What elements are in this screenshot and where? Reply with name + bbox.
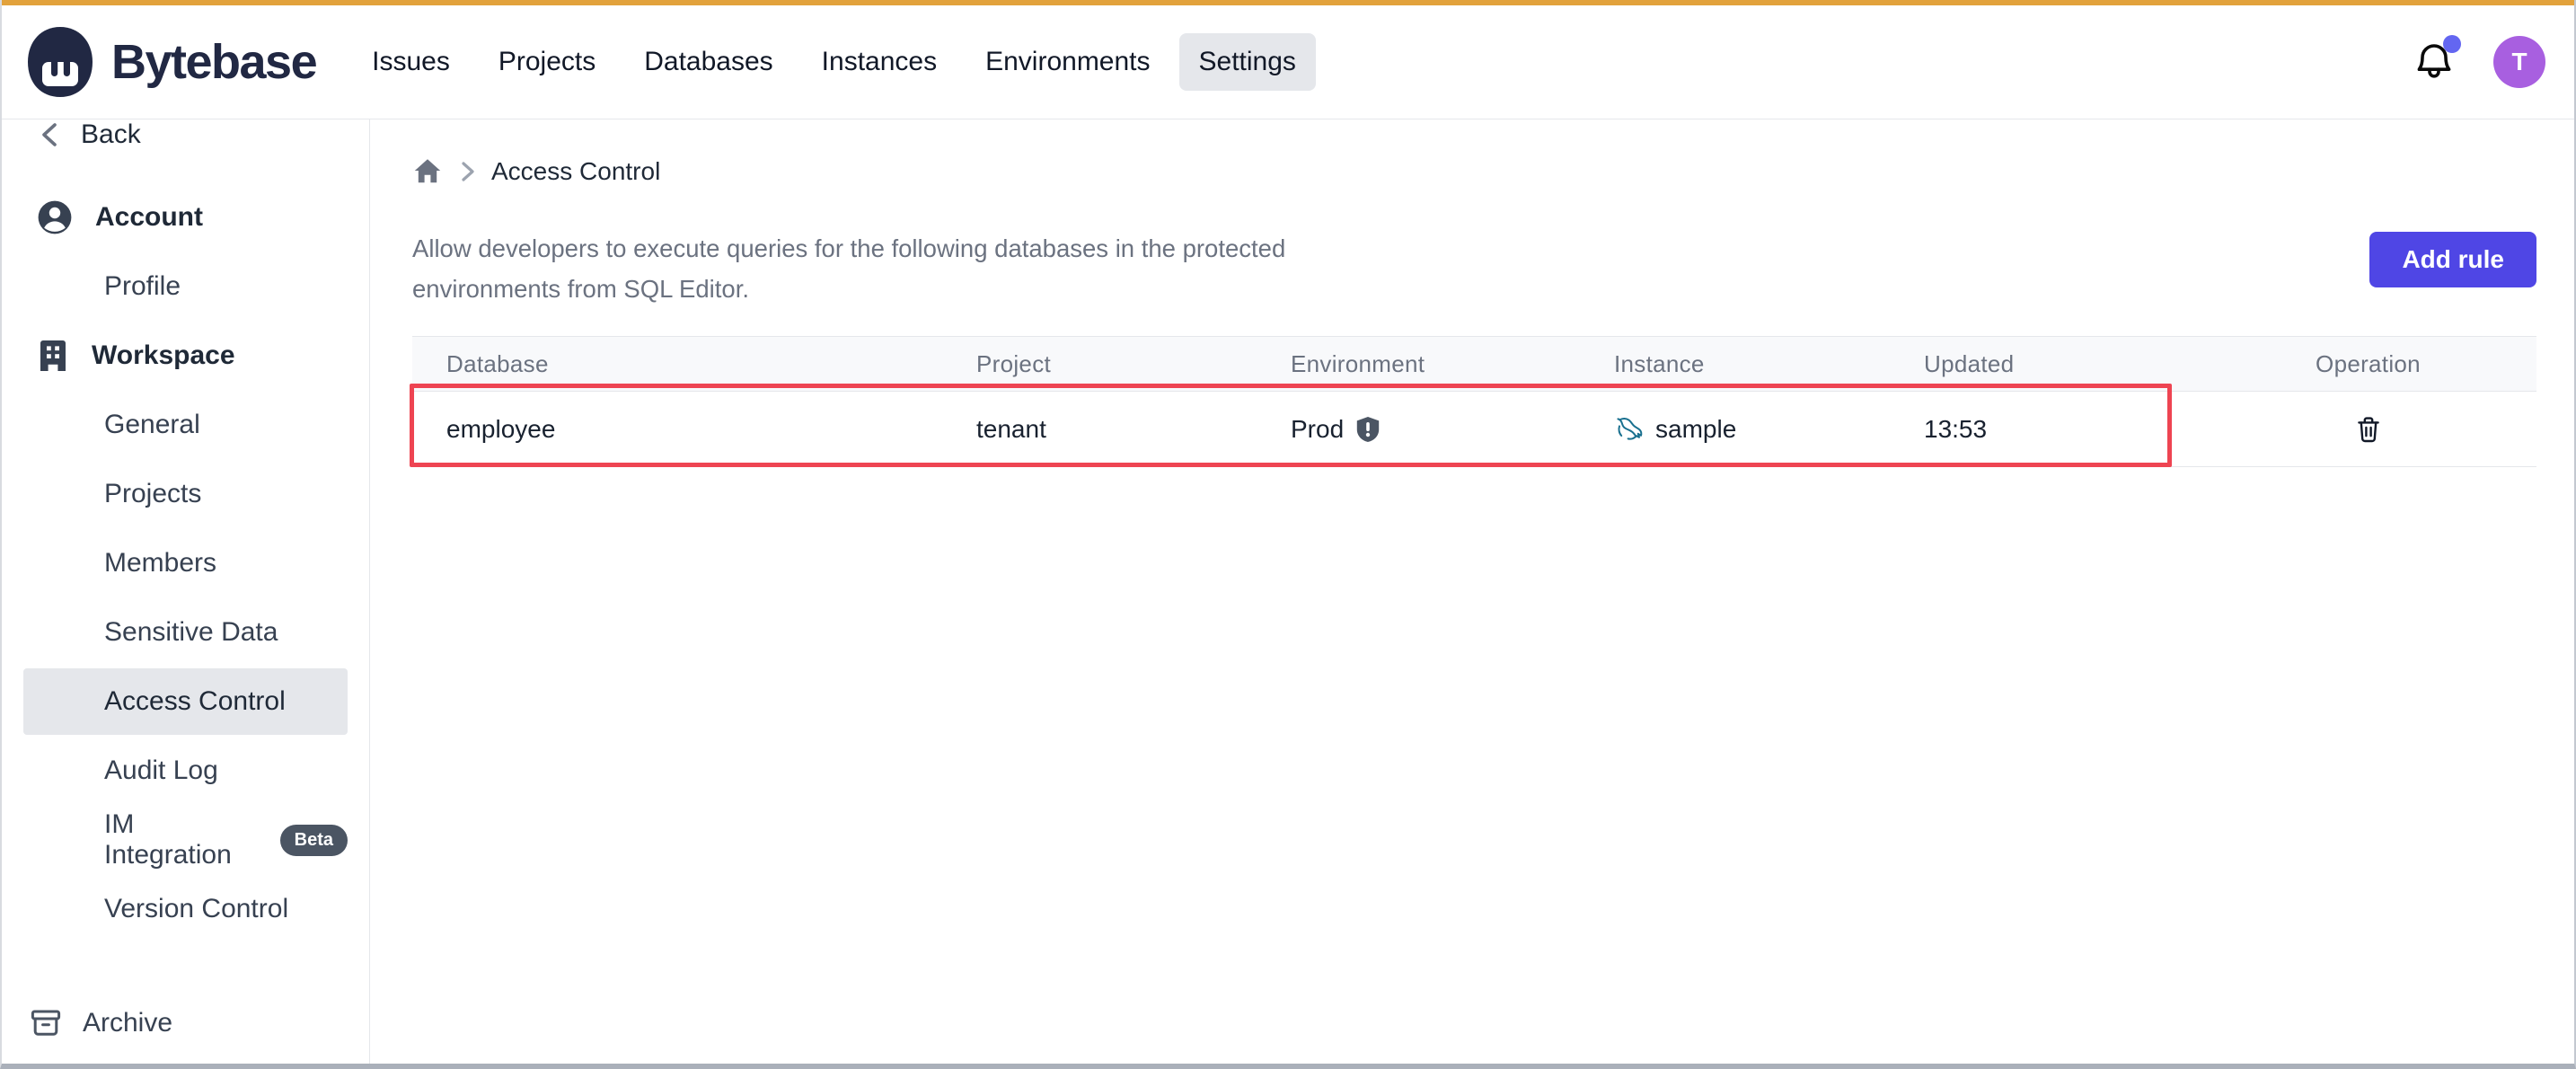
- sidebar-item-label: General: [104, 410, 200, 440]
- account-group-label: Account: [95, 202, 203, 233]
- brand-name: Bytebase: [111, 34, 316, 90]
- sidebar-item-im-integration[interactable]: IM Integration Beta: [23, 807, 348, 873]
- sidebar-group-workspace: Workspace: [23, 322, 348, 389]
- table-header-row: Database Project Environment Instance Up…: [412, 336, 2536, 392]
- sidebar-item-sensitive-data[interactable]: Sensitive Data: [23, 599, 348, 666]
- sidebar-item-projects[interactable]: Projects: [23, 461, 348, 527]
- user-avatar[interactable]: T: [2493, 36, 2545, 88]
- sidebar-item-label: Version Control: [104, 894, 288, 924]
- sidebar-item-audit-log[interactable]: Audit Log: [23, 738, 348, 804]
- beta-badge: Beta: [280, 825, 348, 856]
- sidebar-back-button[interactable]: Back: [2, 119, 369, 157]
- page-description: Allow developers to execute queries for …: [412, 229, 1400, 309]
- cell-project: tenant: [942, 415, 1257, 444]
- trash-icon: [2355, 415, 2382, 444]
- notification-badge-dot: [2443, 35, 2461, 53]
- account-user-icon: [36, 199, 74, 236]
- cell-updated: 13:53: [1890, 415, 2200, 444]
- breadcrumb: Access Control: [412, 152, 2536, 191]
- sidebar-item-label: Sensitive Data: [104, 617, 278, 648]
- col-header-environment: Environment: [1257, 350, 1580, 378]
- sidebar-item-version-control[interactable]: Version Control: [23, 876, 348, 942]
- col-header-operation: Operation: [2200, 350, 2536, 378]
- sidebar-item-access-control[interactable]: Access Control: [23, 668, 348, 735]
- archive-label: Archive: [83, 1008, 172, 1038]
- sidebar-item-label: Profile: [104, 271, 181, 302]
- sidebar-item-label: IM Integration: [104, 809, 253, 870]
- workspace-group-label: Workspace: [92, 340, 235, 371]
- header-right-cluster: T: [2413, 36, 2545, 88]
- sidebar-item-profile[interactable]: Profile: [23, 253, 348, 320]
- notifications-button[interactable]: [2413, 39, 2456, 85]
- access-rules-table: Database Project Environment Instance Up…: [412, 336, 2536, 467]
- nav-instances[interactable]: Instances: [802, 33, 957, 91]
- protected-shield-icon: [1354, 415, 1381, 444]
- sidebar-item-label: Access Control: [104, 686, 286, 717]
- settings-sidebar: Back Account Profile: [2, 119, 370, 1064]
- nav-databases[interactable]: Databases: [624, 33, 792, 91]
- home-icon[interactable]: [412, 156, 443, 187]
- main-content: Access Control Allow developers to execu…: [370, 119, 2576, 1064]
- sidebar-item-label: Audit Log: [104, 755, 218, 786]
- sidebar-item-general[interactable]: General: [23, 392, 348, 458]
- workspace-building-icon: [36, 337, 70, 375]
- bytebase-logo[interactable]: Bytebase: [25, 25, 316, 99]
- sidebar-group-account: Account: [23, 184, 348, 251]
- nav-environments[interactable]: Environments: [966, 33, 1169, 91]
- sidebar-item-label: Projects: [104, 479, 201, 509]
- col-header-project: Project: [942, 350, 1257, 378]
- col-header-updated: Updated: [1890, 350, 2200, 378]
- chevron-right-icon: [457, 160, 477, 183]
- mysql-dolphin-icon: [1614, 415, 1645, 444]
- updated-time: 13:53: [1924, 415, 1987, 444]
- nav-issues[interactable]: Issues: [352, 33, 470, 91]
- back-label: Back: [81, 119, 141, 150]
- main-nav: Issues Projects Databases Instances Envi…: [352, 33, 1316, 91]
- chevron-left-icon: [38, 121, 61, 148]
- sidebar-item-members[interactable]: Members: [23, 530, 348, 596]
- table-row[interactable]: employee tenant Prod: [412, 392, 2536, 467]
- delete-rule-button[interactable]: [2355, 415, 2382, 444]
- col-header-instance: Instance: [1580, 350, 1890, 378]
- database-name: employee: [446, 415, 555, 444]
- nav-settings[interactable]: Settings: [1179, 33, 1316, 91]
- cell-environment: Prod: [1257, 415, 1580, 444]
- project-name: tenant: [976, 415, 1046, 444]
- sidebar-item-label: Members: [104, 548, 216, 579]
- breadcrumb-current: Access Control: [491, 157, 660, 186]
- top-navbar: Bytebase Issues Projects Databases Insta…: [2, 5, 2574, 119]
- nav-projects[interactable]: Projects: [479, 33, 615, 91]
- app-window: Bytebase Issues Projects Databases Insta…: [0, 0, 2576, 1069]
- bytebase-mascot-icon: [25, 25, 95, 99]
- add-rule-button[interactable]: Add rule: [2369, 232, 2536, 287]
- cell-database: employee: [412, 415, 942, 444]
- cell-instance: sample: [1580, 415, 1890, 444]
- cell-operation: [2200, 415, 2536, 444]
- col-header-database: Database: [412, 350, 942, 378]
- archive-box-icon: [29, 1006, 63, 1040]
- environment-name: Prod: [1291, 415, 1344, 444]
- sidebar-item-archive[interactable]: Archive: [29, 1006, 172, 1040]
- instance-name: sample: [1655, 415, 1736, 444]
